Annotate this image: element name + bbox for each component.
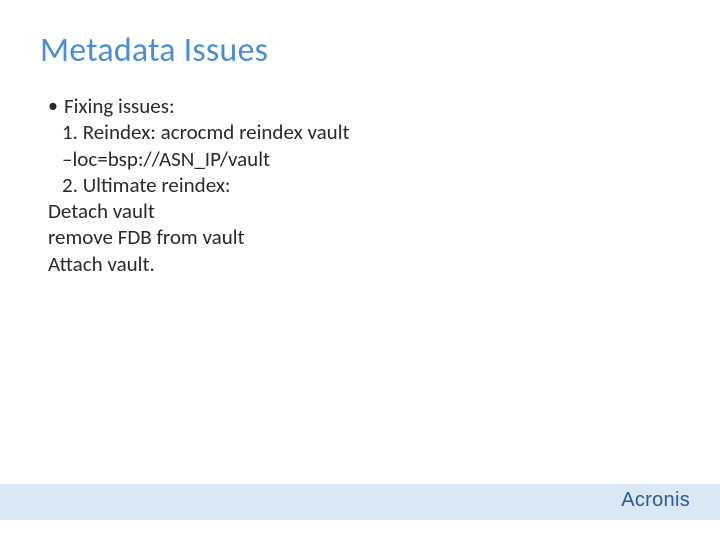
step-reindex: 1. Reindex: acrocmd reindex vault xyxy=(48,119,680,145)
slide-body: • Fixing issues: 1. Reindex: acrocmd rei… xyxy=(40,93,680,277)
footer-band xyxy=(0,484,720,520)
brand-logo: Acronis xyxy=(621,489,690,512)
slide: Metadata Issues • Fixing issues: 1. Rein… xyxy=(0,0,720,540)
slide-title: Metadata Issues xyxy=(40,30,680,71)
step-attach: Attach vault. xyxy=(48,251,680,277)
bullet-lead-text: Fixing issues: xyxy=(64,93,175,119)
step-loc: –loc=bsp://ASN_IP/vault xyxy=(48,146,680,172)
step-detach: Detach vault xyxy=(48,198,680,224)
bullet-dot-icon: • xyxy=(48,93,58,119)
step-remove: remove FDB from vault xyxy=(48,224,680,250)
bullet-item: • Fixing issues: xyxy=(48,93,680,119)
step-ultimate: 2. Ultimate reindex: xyxy=(48,172,680,198)
